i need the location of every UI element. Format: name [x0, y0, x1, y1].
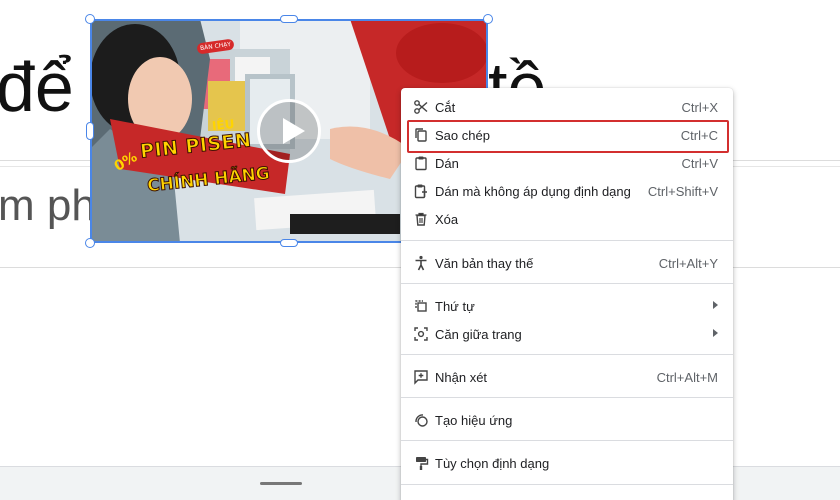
resize-handle-top-right[interactable] [483, 14, 493, 24]
accessibility-icon [415, 255, 427, 271]
animation-icon [415, 414, 428, 427]
slide-subtitle[interactable]: m ph [0, 184, 96, 228]
menu-item-shortcut: Ctrl+Alt+Y [658, 256, 718, 271]
menu-item-shortcut: Ctrl+X [681, 100, 718, 115]
menu-separator [401, 397, 733, 398]
menu-item-center-on-page[interactable]: Căn giữa trang [401, 320, 733, 348]
trash-icon [415, 212, 427, 226]
menu-item-delete[interactable]: Xóa [401, 205, 733, 233]
resize-handle-top[interactable] [280, 15, 298, 23]
clipboard-icon [415, 156, 427, 171]
menu-separator [401, 283, 733, 284]
layers-icon [415, 300, 427, 312]
menu-separator [401, 440, 733, 441]
clipboard-plain-icon [414, 184, 427, 199]
comment-add-icon [414, 370, 428, 385]
menu-item-label: Nhận xét [435, 370, 488, 385]
resize-handle-bottom[interactable] [280, 239, 298, 247]
menu-item-label: Dán mà không áp dụng định dạng [435, 184, 631, 199]
menu-item-order[interactable]: Thứ tự [401, 292, 733, 320]
submenu-arrow-icon [713, 329, 718, 337]
menu-item-label: Tạo hiệu ứng [435, 413, 513, 428]
menu-item-label: Văn bản thay thế [435, 256, 534, 271]
menu-item-alt-text[interactable]: Văn bản thay thế Ctrl+Alt+Y [401, 249, 733, 277]
menu-item-shortcut: Ctrl+Shift+V [647, 184, 718, 199]
format-paint-icon [416, 457, 429, 470]
play-icon[interactable] [257, 99, 321, 163]
menu-item-label: Cắt [435, 100, 456, 115]
menu-item-label: Tùy chọn định dạng [435, 456, 550, 471]
menu-separator [401, 354, 733, 355]
menu-item-paste-without-formatting[interactable]: Dán mà không áp dụng định dạng Ctrl+Shif… [401, 177, 733, 205]
scissors-icon [414, 100, 428, 114]
menu-item-shortcut: Ctrl+C [680, 128, 718, 143]
menu-item-label: Thứ tự [435, 299, 475, 314]
menu-item-animate[interactable]: Tạo hiệu ứng [401, 406, 733, 434]
menu-separator [401, 484, 733, 485]
menu-separator [401, 240, 733, 241]
context-menu: Cắt Ctrl+X Sao chép Ctrl+C Dán Ctrl+V Dá… [401, 88, 733, 500]
resize-handle-left[interactable] [86, 122, 94, 140]
submenu-arrow-icon [713, 301, 718, 309]
slide-title-left[interactable]: để [0, 52, 74, 122]
menu-item-comment[interactable]: Nhận xét Ctrl+Alt+M [401, 363, 733, 391]
resize-handle-top-left[interactable] [85, 14, 95, 24]
resize-handle-bottom-left[interactable] [85, 238, 95, 248]
menu-item-paste[interactable]: Dán Ctrl+V [401, 149, 733, 177]
menu-item-shortcut: Ctrl+V [681, 156, 718, 171]
menu-item-label: Sao chép [435, 128, 490, 143]
menu-item-label: Xóa [435, 212, 459, 227]
center-icon [414, 327, 428, 341]
menu-item-shortcut: Ctrl+Alt+M [656, 370, 718, 385]
menu-item-cut[interactable]: Cắt Ctrl+X [401, 93, 733, 121]
menu-item-format-options[interactable]: Tùy chọn định dạng [401, 449, 733, 477]
menu-item-copy[interactable]: Sao chép Ctrl+C [401, 121, 733, 149]
resize-handle[interactable] [260, 482, 302, 485]
menu-item-label: Căn giữa trang [435, 327, 522, 342]
copy-icon [415, 128, 427, 142]
menu-item-label: Dán [435, 156, 459, 171]
